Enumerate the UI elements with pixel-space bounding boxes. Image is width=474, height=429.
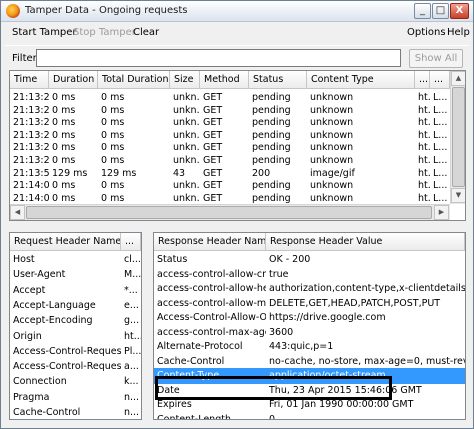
requests-vertical-scrollbar[interactable]: ▲ ▼ [450, 71, 465, 204]
column-header[interactable]: Request Header Name [10, 233, 121, 251]
column-header[interactable]: ... [121, 233, 141, 251]
table-cell: Host [13, 254, 35, 265]
table-cell: Access-Control-Request-... [13, 361, 121, 373]
table-cell: g... [124, 315, 140, 327]
window-title: Tamper Data - Ongoing requests [25, 5, 188, 16]
table-cell: n... [124, 407, 140, 418]
table-row[interactable]: Accept-Encoding g... [10, 313, 141, 329]
content-type-highlight-frame [155, 376, 392, 400]
title-bar[interactable]: Tamper Data - Ongoing requests _ □ X [1, 1, 473, 22]
table-cell: ht... [124, 330, 141, 342]
table-row[interactable]: Access-Control-Request-...Pl... [10, 344, 141, 360]
response-headers-header: Response Header Name Response Header Valu… [154, 233, 465, 251]
column-header[interactable]: Duration [49, 71, 98, 89]
table-cell: n... [124, 391, 140, 403]
options-menu[interactable]: Options [407, 27, 446, 38]
column-header[interactable]: ... [415, 71, 430, 89]
clear-menu[interactable]: Clear [133, 27, 159, 38]
table-row[interactable]: Access-Control-Request-...a... [10, 359, 141, 375]
table-row[interactable]: Accept-Language e... [10, 298, 141, 314]
stop-tamper-menu: Stop Tamper [73, 27, 136, 38]
start-tamper-menu[interactable]: Start Tamper [12, 27, 77, 38]
show-all-button: Show All [409, 49, 463, 68]
requests-horizontal-scrollbar[interactable]: ◀ ▶ [10, 204, 450, 220]
column-header[interactable]: Response Header Value [266, 233, 465, 251]
maximize-button[interactable]: □ [432, 3, 449, 19]
scroll-thumb[interactable] [26, 206, 432, 219]
table-row[interactable]: Host cl... [10, 252, 141, 268]
table-cell: Pl... [124, 345, 141, 357]
table-row[interactable]: Content-Length 0 [154, 412, 465, 420]
request-headers-header: Request Header Name... [10, 233, 141, 251]
column-header[interactable]: Time [10, 71, 49, 89]
table-cell: Connection [13, 376, 67, 388]
table-cell: Access-Control-Request-... [13, 345, 121, 357]
scroll-up-arrow-icon[interactable]: ▲ [451, 71, 465, 86]
table-cell: M... [124, 269, 141, 281]
menu-separator [5, 45, 469, 46]
column-header[interactable]: Response Header Name [154, 233, 266, 251]
requests-table-body: 21:13:2...0 ms0 msunkn...GETpendingunkno… [10, 90, 450, 204]
tamper-data-window: Tamper Data - Ongoing requests _ □ X Sta… [0, 0, 474, 429]
column-header[interactable]: Content Type [307, 71, 415, 89]
help-menu[interactable]: Help [447, 27, 470, 38]
table-cell: Accept-Language [13, 299, 96, 311]
table-row[interactable]: Cache-Control n... [10, 405, 141, 419]
table-row[interactable]: Pragma n... [10, 390, 141, 406]
table-cell: Accept [13, 284, 46, 296]
table-cell: Cache-Control [13, 407, 81, 418]
panel-splitter[interactable] [5, 225, 469, 228]
table-cell: Origin [13, 330, 42, 342]
table-cell: User-Agent [13, 269, 66, 281]
table-cell: *... [124, 284, 138, 296]
request-headers-table[interactable]: Request Header Name... Host cl... User-Age… [9, 232, 142, 420]
scroll-left-arrow-icon[interactable]: ◀ [10, 205, 25, 220]
table-cell: Content-Length [157, 413, 231, 420]
column-header[interactable]: ... [430, 71, 450, 89]
table-cell: a... [124, 361, 139, 373]
column-header[interactable]: Total Duration [98, 71, 170, 89]
table-row[interactable]: User-Agent M... [10, 267, 141, 283]
column-header[interactable]: Method [200, 71, 249, 89]
table-cell: Accept-Encoding [13, 315, 93, 327]
filter-input[interactable] [36, 49, 401, 67]
scroll-thumb[interactable] [452, 87, 465, 187]
column-header[interactable]: Size [170, 71, 200, 89]
menu-bar: Start Tamper Stop Tamper Clear Options H… [1, 23, 473, 43]
table-cell: Pragma [13, 391, 50, 403]
requests-table[interactable]: Time Duration Total Duration Size Method Stat… [9, 70, 466, 221]
table-row[interactable]: Connection k... [10, 374, 141, 390]
column-header[interactable]: Status [249, 71, 307, 89]
table-cell: 0 [269, 413, 276, 420]
requests-table-header: Time Duration Total Duration Size Method Stat… [10, 71, 450, 89]
minimize-button[interactable]: _ [414, 3, 431, 19]
table-cell: cl... [124, 254, 141, 265]
table-row[interactable]: Origin ht... [10, 329, 141, 345]
firefox-icon [6, 4, 20, 18]
table-cell: k... [124, 376, 139, 388]
close-button[interactable]: X [450, 3, 469, 19]
scroll-down-arrow-icon[interactable]: ▼ [451, 188, 465, 203]
filter-label: Filter [12, 53, 37, 64]
scroll-right-arrow-icon[interactable]: ▶ [434, 205, 449, 220]
table-cell: e... [124, 299, 139, 311]
table-row[interactable]: Accept *... [10, 283, 141, 299]
